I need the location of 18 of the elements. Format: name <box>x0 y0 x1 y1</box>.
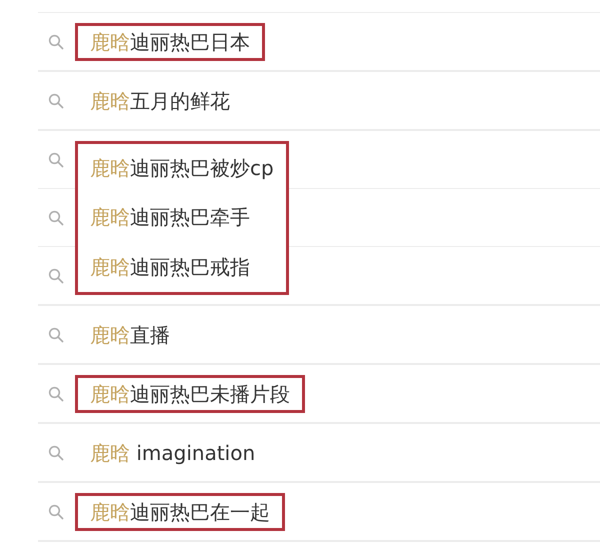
search-icon <box>48 93 64 109</box>
suggestion-text[interactable]: 鹿晗迪丽热巴未播片段 <box>90 380 290 408</box>
suggestion-text[interactable]: 鹿晗迪丽热巴戒指 <box>90 254 250 281</box>
suggestion-text[interactable]: 鹿晗迪丽热巴被炒cp <box>90 155 274 182</box>
suggestion-text[interactable]: 鹿晗 imagination <box>90 440 256 466</box>
suggestion-text[interactable]: 鹿晗迪丽热巴日本 <box>90 28 250 56</box>
search-icon <box>48 34 64 50</box>
search-icon <box>48 504 64 520</box>
search-icon <box>48 152 64 168</box>
suggestion-text[interactable]: 鹿晗迪丽热巴在一起 <box>90 498 270 526</box>
suggestion-text[interactable]: 鹿晗迪丽热巴牵手 <box>90 204 250 232</box>
search-icon <box>48 268 64 284</box>
search-icon <box>48 210 64 226</box>
search-icon <box>48 445 64 461</box>
search-icon <box>48 327 64 343</box>
suggestion-text[interactable]: 鹿晗五月的鲜花 <box>90 88 230 114</box>
suggestion-text[interactable]: 鹿晗直播 <box>90 322 170 348</box>
search-icon <box>48 386 64 402</box>
